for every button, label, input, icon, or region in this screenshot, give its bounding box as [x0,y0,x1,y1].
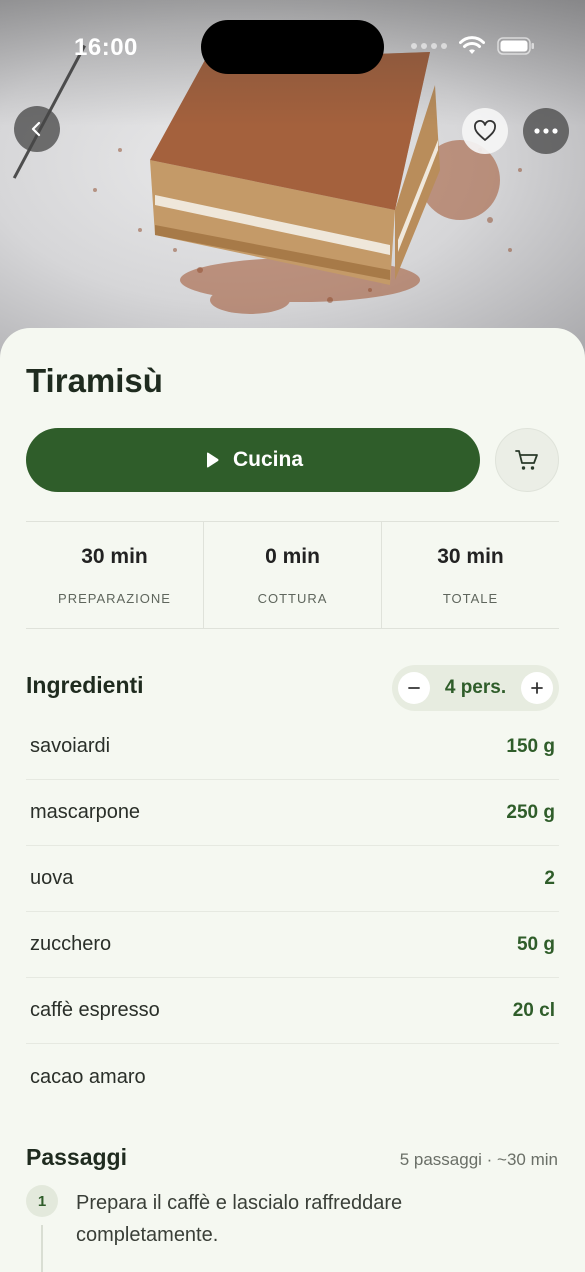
cook-time-value: 0 min [265,544,320,568]
ingredients-list: savoiardi 150 g mascarpone 250 g uova 2 … [26,714,559,1110]
prep-time-value: 30 min [81,544,148,568]
ingredient-name: savoiardi [30,735,111,757]
play-icon [206,452,219,468]
plus-icon [531,682,543,694]
status-bar: 16:00 [0,0,585,95]
recipe-title: Tiramisù [26,362,163,399]
add-to-cart-button[interactable] [495,428,559,492]
ingredient-name: mascarpone [30,801,141,823]
steps-heading: Passaggi [26,1144,127,1170]
ingredients-heading: Ingredienti [26,672,144,698]
more-options-button[interactable] [523,108,569,154]
decrease-servings-button[interactable] [398,672,430,704]
ingredient-name: uova [30,867,74,889]
status-time: 16:00 [74,34,138,61]
status-icons [411,36,535,56]
servings-value: 4 pers. [444,677,507,698]
list-item: mascarpone 250 g [26,780,559,846]
cook-time: 0 min COTTURA [203,522,381,628]
prep-time: 30 min PREPARAZIONE [26,522,203,628]
ingredient-quantity: 20 cl [512,999,555,1021]
cook-time-label: COTTURA [257,590,328,606]
steps-meta: 5 passaggi · ~30 min [399,1150,558,1169]
time-summary: 30 min PREPARAZIONE 0 min COTTURA 30 min… [26,521,559,629]
cook-button-label: Cucina [232,448,303,471]
back-button[interactable] [14,106,60,152]
cook-button[interactable]: Cucina [26,428,480,492]
list-item: savoiardi 150 g [26,714,559,780]
list-item: zucchero 50 g [26,912,559,978]
total-time-label: TOTALE [442,590,499,606]
prep-time-label: PREPARAZIONE [58,590,171,606]
dynamic-island [201,20,384,74]
total-time-value: 30 min [437,544,504,568]
recipe-sheet: Tiramisù Cucina 30 min PREPARAZIONE 0 mi… [0,328,585,1272]
ingredient-quantity: 250 g [506,801,555,823]
total-time: 30 min TOTALE [381,522,559,628]
list-item: cacao amaro [26,1044,559,1110]
chevron-left-icon [31,121,41,137]
ingredient-quantity: 50 g [516,933,555,955]
cart-icon [515,450,538,470]
ingredient-name: cacao amaro [30,1065,146,1088]
signal-icon [411,43,447,49]
ingredient-name: caffè espresso [30,999,160,1021]
step-text: Prepara il caffè e lascialo raffreddare … [76,1192,403,1246]
step-number: 1 [26,1185,58,1217]
ellipsis-icon [534,128,558,134]
heart-icon [474,120,496,141]
wifi-icon [459,36,485,54]
ingredient-name: zucchero [30,933,112,955]
ingredient-quantity: 150 g [506,735,555,757]
step-connector [41,1225,43,1272]
list-item: uova 2 [26,846,559,912]
favorite-button[interactable] [462,108,508,154]
increase-servings-button[interactable] [520,672,553,704]
ingredient-quantity: 2 [544,867,555,889]
minus-icon [408,687,420,689]
servings-stepper: 4 pers. [392,665,559,711]
battery-icon [497,37,534,55]
list-item: caffè espresso 20 cl [26,978,559,1044]
